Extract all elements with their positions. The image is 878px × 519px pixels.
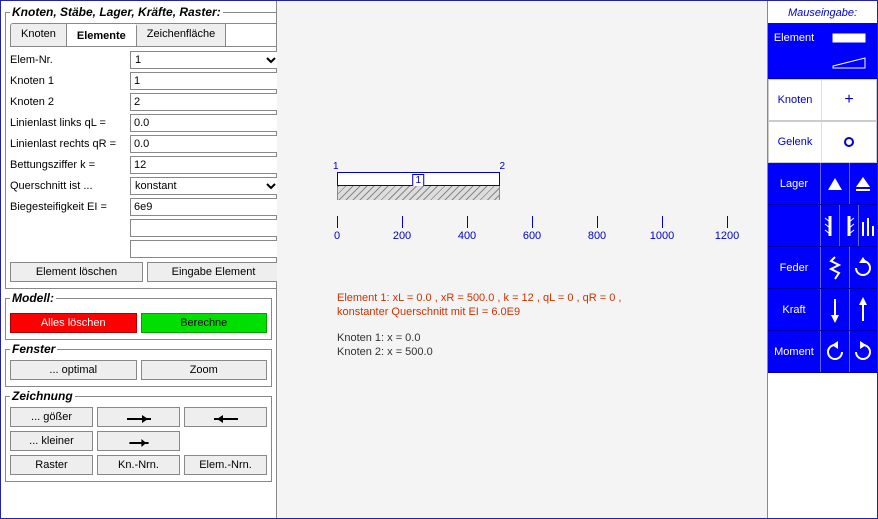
input-element-button[interactable]: Eingabe Element [147, 262, 280, 282]
moment-cw-icon [849, 331, 878, 372]
qR-input[interactable] [130, 135, 280, 153]
knoten1-label: Knoten 1 [10, 75, 130, 87]
force-down-icon [820, 289, 849, 330]
modell-legend: Modell: [10, 291, 56, 305]
zoom-button[interactable]: Zoom [141, 360, 268, 380]
tool-palette: Mauseingabe: Element Knoten + Gelenk Lag… [767, 1, 877, 518]
node-2-label: 2 [500, 161, 506, 172]
tab-knoten[interactable]: Knoten [11, 24, 67, 46]
knoten2-input[interactable] [130, 93, 280, 111]
beam-rect-icon [820, 33, 877, 43]
config-fieldset: Knoten, Stäbe, Lager, Kräfte, Raster: Kn… [5, 5, 285, 289]
tool-lager[interactable]: Lager [768, 163, 877, 205]
arrow-icon [129, 442, 148, 444]
tool-element[interactable]: Element [768, 23, 877, 79]
plot-area: 1 1 2 020040060080010001200 Element 1: x… [297, 31, 747, 498]
tool-moment[interactable]: Moment [768, 331, 877, 373]
tool-vertical[interactable] [768, 205, 877, 247]
qR-label: Linienlast rechts qR = [10, 138, 130, 150]
app-root: Knoten, Stäbe, Lager, Kräfte, Raster: Kn… [0, 0, 878, 519]
left-arrow-button[interactable] [184, 407, 267, 427]
elemnrn-button[interactable]: Elem.-Nrn. [184, 455, 267, 475]
knoten-info-text: Knoten 1: x = 0.0 Knoten 2: x = 500.0 [337, 331, 433, 359]
plus-icon: + [821, 80, 876, 120]
zeichnung-legend: Zeichnung [10, 389, 75, 403]
right-arrow-button[interactable] [97, 407, 180, 427]
fixed-left-icon [820, 205, 839, 246]
ei-input[interactable] [130, 198, 280, 216]
rot-spring-icon [849, 247, 878, 288]
calc-button[interactable]: Berechne [141, 313, 268, 333]
zeichnung-fieldset: Zeichnung ... gößer ... kleiner Kn.-Nrn.… [5, 389, 272, 482]
delete-element-button[interactable]: Element löschen [10, 262, 143, 282]
load-dist-icon [858, 205, 877, 246]
arrow-right-icon [127, 418, 151, 420]
elem-nr-label: Elem-Nr. [10, 54, 130, 66]
k-input[interactable] [130, 156, 280, 174]
left-panel: Knoten, Stäbe, Lager, Kräfte, Raster: Kn… [1, 1, 277, 518]
optimal-button[interactable]: ... optimal [10, 360, 137, 380]
raster-button[interactable]: Raster [10, 455, 93, 475]
modell-fieldset: Modell: Alles löschen Berechne [5, 291, 272, 340]
qL-input[interactable] [130, 114, 280, 132]
palette-title: Mauseingabe: [768, 1, 877, 23]
smaller-button[interactable]: ... kleiner [10, 431, 93, 451]
tool-knoten[interactable]: Knoten + [768, 79, 877, 121]
k-label: Bettungsziffer k = [10, 159, 130, 171]
node-1-label: 1 [333, 161, 339, 172]
x-axis: 020040060080010001200 [337, 188, 727, 228]
tool-gelenk[interactable]: Gelenk [768, 121, 877, 163]
beam-wedge-icon [820, 57, 877, 69]
knoten2-label: Knoten 2 [10, 96, 130, 108]
tab-zeichenflaeche[interactable]: Zeichenfläche [137, 24, 227, 46]
tool-kraft[interactable]: Kraft [768, 289, 877, 331]
hflip-button[interactable] [97, 431, 180, 451]
clear-all-button[interactable]: Alles löschen [10, 313, 137, 333]
extra-input-1[interactable] [130, 219, 280, 237]
moment-ccw-icon [820, 331, 849, 372]
arrow-left-icon [214, 418, 238, 420]
quer-label: Querschnitt ist ... [10, 180, 130, 192]
bigger-button[interactable]: ... gößer [10, 407, 93, 427]
spring-icon [820, 247, 849, 288]
elem-nr-select[interactable]: 1 [130, 51, 280, 69]
element-info-text: Element 1: xL = 0.0 , xR = 500.0 , k = 1… [337, 291, 621, 319]
hinge-icon [821, 122, 876, 162]
pin-support-icon [820, 163, 849, 204]
fixed-right-icon [839, 205, 858, 246]
config-legend: Knoten, Stäbe, Lager, Kräfte, Raster: [10, 5, 223, 19]
ei-label: Biegesteifigkeit EI = [10, 201, 130, 213]
force-up-icon [849, 289, 878, 330]
fenster-fieldset: Fenster ... optimal Zoom [5, 342, 272, 387]
extra-input-2[interactable] [130, 240, 280, 258]
knoten1-input[interactable] [130, 72, 280, 90]
tabs: Knoten Elemente Zeichenfläche [10, 23, 280, 47]
tab-elemente[interactable]: Elemente [67, 24, 137, 46]
fenster-legend: Fenster [10, 342, 57, 356]
beam-element[interactable]: 1 [337, 172, 500, 186]
qL-label: Linienlast links qL = [10, 117, 130, 129]
tool-feder[interactable]: Feder [768, 247, 877, 289]
quer-select[interactable]: konstant [130, 177, 280, 195]
drawing-canvas[interactable]: 1 1 2 020040060080010001200 Element 1: x… [277, 1, 767, 518]
roller-support-icon [849, 163, 878, 204]
knnrn-button[interactable]: Kn.-Nrn. [97, 455, 180, 475]
